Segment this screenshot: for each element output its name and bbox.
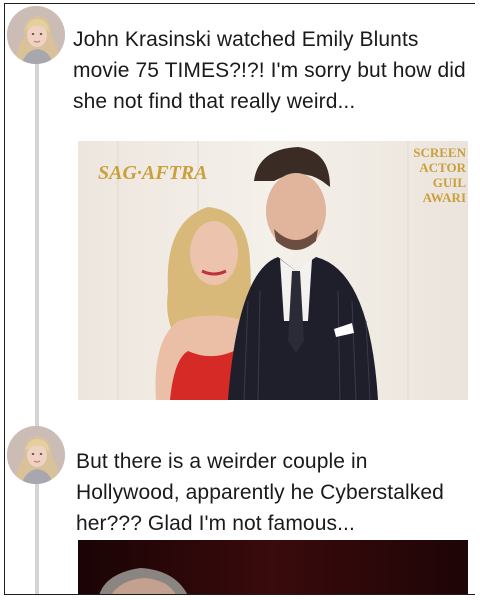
post-photo[interactable]: SAG·AFTRA SCREEN ACTOR GUIL AWARI xyxy=(78,141,468,400)
profile-photo-avatar-icon xyxy=(7,426,65,484)
backdrop-logo-right-line: ACTOR xyxy=(419,160,466,175)
post-photo[interactable] xyxy=(78,540,468,594)
post-text: But there is a weirder couple in Hollywo… xyxy=(76,450,444,535)
profile-photo-avatar-icon xyxy=(7,6,65,64)
post-text: John Krasinski watched Emily Blunts movi… xyxy=(73,28,466,113)
backdrop-logo-left: SAG·AFTRA xyxy=(98,162,207,184)
backdrop-logo-right-line: GUIL xyxy=(433,175,467,190)
avatar[interactable] xyxy=(7,6,65,64)
backdrop-logo-right-line: AWARI xyxy=(423,190,466,205)
thread-connector-line xyxy=(35,64,39,594)
avatar[interactable] xyxy=(7,426,65,484)
red-carpet-photo: SAG·AFTRA SCREEN ACTOR GUIL AWARI xyxy=(78,141,468,400)
dark-event-photo xyxy=(78,540,468,594)
backdrop-logo-right-line: SCREEN xyxy=(413,145,466,160)
thread-frame: John Krasinski watched Emily Blunts movi… xyxy=(4,3,475,595)
